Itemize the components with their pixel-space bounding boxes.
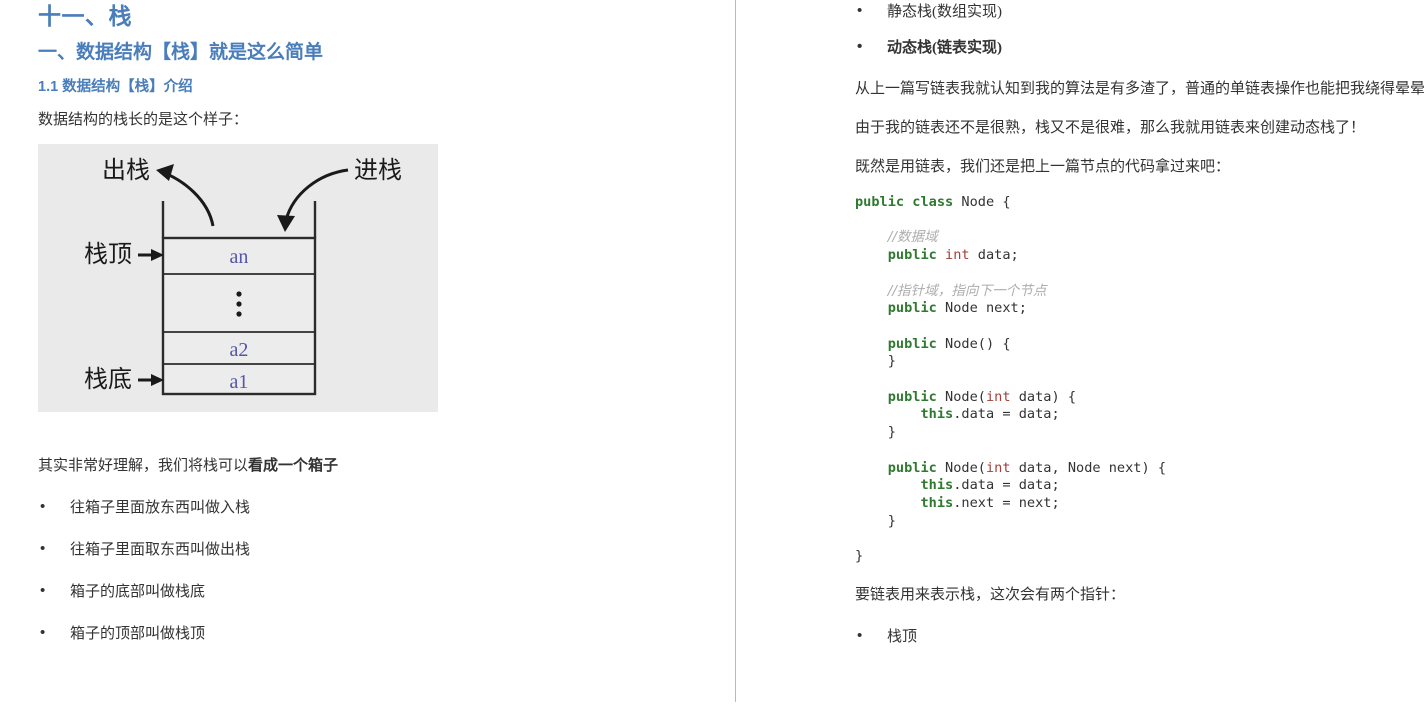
code-keyword: public [887,388,937,405]
code-text: Node() { [936,335,1011,352]
code-keyword: public [887,300,937,317]
stack-cell-a1: a1 [230,371,249,393]
code-text: Node next; [936,300,1027,317]
list-item: 往箱子里面放东西叫做入栈 [38,496,638,519]
list-item: 往箱子里面取东西叫做出栈 [38,538,638,561]
code-text: } [855,353,896,370]
stack-type-list: 静态栈(数组实现) 动态栈(链表实现) [855,0,1424,59]
explain-paragraph-bold: 看成一个箱子 [248,458,339,474]
stack-cell-an: an [230,246,249,268]
intro-paragraph: 数据结构的栈长的是这个样子： [38,112,249,128]
section-heading: 一、数据结构【栈】就是这么简单 [38,42,324,63]
code-type: int [945,247,970,264]
code-block[interactable]: public class Node { //数据域 public int dat… [855,194,1424,566]
code-keyword: this [920,406,954,423]
stack-diagram-figure: an a2 a1 出栈 进栈 栈顶 栈底 [38,144,438,412]
code-comment: //指针域，指向下一个节点 [887,282,1047,299]
list-item: 动态栈(链表实现) [855,36,1424,59]
stack-bottom-label: 栈底 [84,366,132,393]
pop-label: 出栈 [102,157,150,184]
list-item: 箱子的底部叫做栈底 [38,580,638,603]
ellipsis-dot-1 [236,291,242,297]
list-item: 箱子的顶部叫做栈顶 [38,622,638,645]
page-title: 十一、栈 [38,3,132,29]
code-keyword: this [920,477,954,494]
code-keyword: public [887,335,937,352]
list-item: 栈顶 [855,625,1424,648]
code-text: .data = data; [953,406,1060,423]
stack-concept-list: 往箱子里面放东西叫做入栈 往箱子里面取东西叫做出栈 箱子的底部叫做栈底 箱子的顶… [38,496,638,645]
code-comment: //数据域 [887,229,938,246]
code-keyword: public class [855,194,954,210]
pointer-list: 栈顶 [855,625,1424,648]
explain-paragraph-plain: 其实非常好理解，我们将栈可以 [38,458,249,474]
code-type: int [985,459,1011,476]
code-text: data, Node next) { [1010,459,1167,476]
code-text: Node { [953,194,1011,210]
paragraph-2: 由于我的链表还不是很熟，栈又不是很难，那么我就用链表来创建动态栈了！ [855,120,1366,136]
document-page: 十一、栈 一、数据结构【栈】就是这么简单 1.1 数据结构【栈】介绍 数据结构的… [0,0,1424,707]
explain-paragraph: 其实非常好理解，我们将栈可以看成一个箱子 [38,455,638,477]
code-text: data; [969,247,1019,264]
code-text: Node( [936,459,986,476]
code-text: data) { [1010,388,1077,405]
code-keyword: public [887,247,937,264]
list-item: 静态栈(数组实现) [855,0,1424,23]
ellipsis-dot-3 [236,311,242,317]
paragraph-1: 从上一篇写链表我就认知到我的算法是有多渣了，普通的单链表操作也能把我绕得晕晕的。 [855,81,1424,97]
right-column: 静态栈(数组实现) 动态栈(链表实现) 从上一篇写链表我就认知到我的算法是有多渣… [736,0,1424,707]
paragraph-3: 既然是用链表，我们还是把上一篇节点的代码拿过来吧： [855,159,1231,175]
code-text: .next = next; [953,494,1060,511]
code-keyword: public [887,459,937,476]
code-text: } [855,548,864,565]
code-text: } [855,424,896,441]
subsection-heading: 1.1 数据结构【栈】介绍 [38,79,193,95]
code-type: int [985,388,1011,405]
stack-top-label: 栈顶 [84,241,132,268]
code-text: } [855,512,896,529]
code-text: Node( [936,388,986,405]
left-column-lower: 其实非常好理解，我们将栈可以看成一个箱子 往箱子里面放东西叫做入栈 往箱子里面取… [38,455,638,645]
stack-cell-a2: a2 [230,339,249,361]
code-text: .data = data; [953,477,1060,494]
paragraph-4: 要链表用来表示栈，这次会有两个指针： [855,586,1126,603]
stack-diagram-svg: an a2 a1 出栈 进栈 栈顶 栈底 [38,144,438,412]
push-label: 进栈 [354,157,402,184]
ellipsis-dot-2 [236,301,242,307]
code-keyword: this [920,494,954,511]
